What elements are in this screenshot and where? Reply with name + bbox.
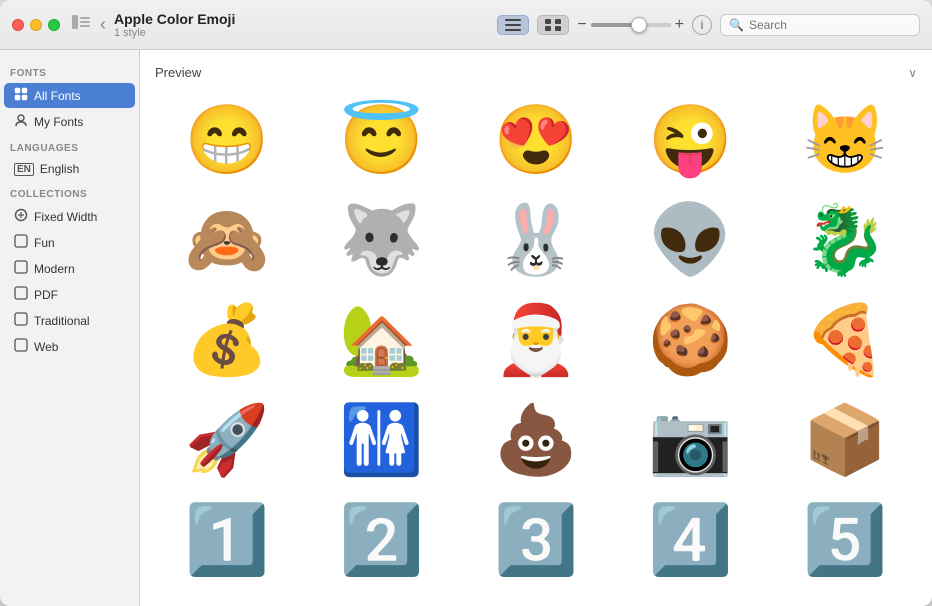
search-icon: 🔍 (729, 18, 744, 32)
emoji-cell: 😍 (464, 95, 608, 185)
size-slider[interactable] (591, 23, 671, 27)
emoji-cell: 📷 (618, 395, 762, 485)
size-slider-thumb[interactable] (631, 17, 647, 33)
grid-view-button[interactable] (537, 15, 569, 35)
emoji-cell: 🚀 (155, 395, 299, 485)
emoji-cell: 1️⃣ (155, 495, 299, 585)
sidebar-item-modern[interactable]: Modern (4, 256, 135, 281)
sidebar-item-my-fonts[interactable]: My Fonts (4, 109, 135, 134)
sidebar: Fonts All Fonts My Fonts Languages EN En… (0, 50, 140, 606)
web-icon (14, 338, 28, 355)
font-title-area: Apple Color Emoji 1 style (114, 11, 497, 39)
emoji-cell: 🐺 (309, 195, 453, 285)
preview-label: Preview (155, 65, 201, 80)
font-subtitle: 1 style (114, 27, 497, 39)
titlebar: ‹ Apple Color Emoji 1 style − + i (0, 0, 932, 50)
traffic-lights (12, 19, 60, 31)
info-button[interactable]: i (692, 15, 712, 35)
traditional-icon (14, 312, 28, 329)
english-icon: EN (14, 163, 34, 176)
languages-section-label: Languages (0, 135, 139, 157)
emoji-cell: 😸 (773, 95, 917, 185)
fun-label: Fun (34, 236, 55, 250)
emoji-cell: 🏡 (309, 295, 453, 385)
emoji-cell: 2️⃣ (309, 495, 453, 585)
pdf-icon (14, 286, 28, 303)
emoji-cell: 🙈 (155, 195, 299, 285)
close-button[interactable] (12, 19, 24, 31)
all-fonts-label: All Fonts (34, 89, 81, 103)
toolbar-right: − + i 🔍 (497, 14, 920, 36)
list-view-button[interactable] (497, 15, 529, 35)
sidebar-item-fun[interactable]: Fun (4, 230, 135, 255)
emoji-cell: 3️⃣ (464, 495, 608, 585)
preview-header: Preview ∨ (155, 65, 917, 80)
web-label: Web (34, 340, 58, 354)
emoji-cell: 😁 (155, 95, 299, 185)
back-button[interactable]: ‹ (100, 14, 106, 35)
emoji-cell: 🍪 (618, 295, 762, 385)
size-increase-button[interactable]: + (675, 17, 684, 33)
content-area: Preview ∨ 😁😇😍😜😸 🙈🐺🐰👽🐉 💰🏡🎅🍪🍕 🚀🚻💩📷📦 1️⃣2️⃣3️⃣4… (140, 50, 932, 606)
fonts-section-label: Fonts (0, 60, 139, 82)
minimize-button[interactable] (30, 19, 42, 31)
fun-icon (14, 234, 28, 251)
search-box[interactable]: 🔍 (720, 14, 920, 36)
emoji-cell: 🎅 (464, 295, 608, 385)
sidebar-item-fixed-width[interactable]: Fixed Width (4, 204, 135, 229)
main-window: ‹ Apple Color Emoji 1 style − + i (0, 0, 932, 606)
emoji-cell: 🚻 (309, 395, 453, 485)
english-label: English (40, 162, 79, 176)
emoji-cell: 4️⃣ (618, 495, 762, 585)
modern-icon (14, 260, 28, 277)
all-fonts-icon (14, 87, 28, 104)
search-input[interactable] (749, 18, 911, 32)
fixed-width-icon (14, 208, 28, 225)
emoji-cell: 😇 (309, 95, 453, 185)
emoji-cell: 🐰 (464, 195, 608, 285)
emoji-cell: 😜 (618, 95, 762, 185)
sidebar-item-pdf[interactable]: PDF (4, 282, 135, 307)
emoji-cell: 👽 (618, 195, 762, 285)
font-title: Apple Color Emoji (114, 11, 497, 27)
sidebar-item-all-fonts[interactable]: All Fonts (4, 83, 135, 108)
emoji-cell: 💩 (464, 395, 608, 485)
my-fonts-label: My Fonts (34, 115, 83, 129)
emoji-cell: 📦 (773, 395, 917, 485)
modern-label: Modern (34, 262, 75, 276)
sidebar-item-english[interactable]: EN English (4, 158, 135, 180)
sidebar-item-traditional[interactable]: Traditional (4, 308, 135, 333)
pdf-label: PDF (34, 288, 58, 302)
emoji-cell: 🍕 (773, 295, 917, 385)
my-fonts-icon (14, 113, 28, 130)
fixed-width-label: Fixed Width (34, 210, 97, 224)
maximize-button[interactable] (48, 19, 60, 31)
size-control: − + (577, 17, 684, 33)
emoji-cell: 🐉 (773, 195, 917, 285)
preview-chevron-icon[interactable]: ∨ (908, 66, 917, 80)
emoji-cell: 💰 (155, 295, 299, 385)
collections-section-label: Collections (0, 181, 139, 203)
sidebar-item-web[interactable]: Web (4, 334, 135, 359)
emoji-grid: 😁😇😍😜😸 🙈🐺🐰👽🐉 💰🏡🎅🍪🍕 🚀🚻💩📷📦 1️⃣2️⃣3️⃣4️⃣5️⃣ (155, 95, 917, 585)
emoji-cell: 5️⃣ (773, 495, 917, 585)
traditional-label: Traditional (34, 314, 90, 328)
main-content: Fonts All Fonts My Fonts Languages EN En… (0, 50, 932, 606)
size-decrease-button[interactable]: − (577, 17, 586, 33)
sidebar-toggle-icon[interactable] (72, 15, 90, 34)
